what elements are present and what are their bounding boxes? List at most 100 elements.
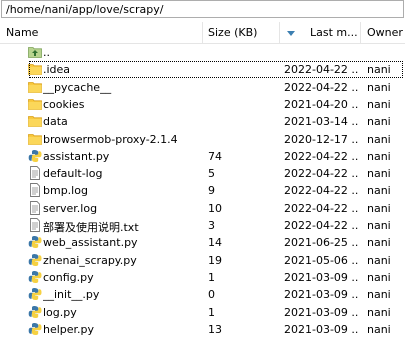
python-file-icon <box>28 253 42 267</box>
file-name: __init__.py <box>43 288 100 301</box>
text-file-icon <box>28 166 42 180</box>
path-bar[interactable]: /home/nani/app/love/scrapy/ <box>1 0 404 18</box>
file-row[interactable]: assistant.py 74 2022-04-22 ... nani <box>0 148 405 165</box>
column-name-header[interactable]: Name <box>6 26 38 40</box>
file-modified: 2022-04-22 ... <box>284 167 358 180</box>
column-divider[interactable] <box>202 22 203 43</box>
file-row[interactable]: bmp.log 9 2022-04-22 ... nani <box>0 182 405 199</box>
file-name: browsermob-proxy-2.1.4 <box>43 133 178 146</box>
file-row[interactable]: web_assistant.py 14 2021-06-25 ... nani <box>0 234 405 251</box>
file-modified: 2022-04-22 ... <box>284 219 358 232</box>
file-size: 1 <box>208 271 215 284</box>
column-size-header[interactable]: Size (KB) <box>208 26 257 40</box>
file-name: cookies <box>43 98 85 111</box>
file-row[interactable]: log.py 1 2021-03-09 ... nani <box>0 304 405 321</box>
file-name: assistant.py <box>43 150 110 163</box>
file-row[interactable]: 部署及使用说明.txt 3 2022-04-22 ... nani <box>0 217 405 234</box>
file-owner: nani <box>367 236 391 249</box>
file-owner: nani <box>367 150 391 163</box>
file-size: 13 <box>208 323 222 336</box>
file-row[interactable]: __pycache__ 2022-04-22 ... nani <box>0 79 405 96</box>
text-file-icon <box>28 201 42 215</box>
file-owner: nani <box>367 98 391 111</box>
file-name: zhenai_scrapy.py <box>43 254 137 267</box>
python-file-icon <box>28 322 42 336</box>
file-modified: 2021-04-20 ... <box>284 98 358 111</box>
file-name: server.log <box>43 202 98 215</box>
file-row[interactable]: default-log 5 2022-04-22 ... nani <box>0 165 405 182</box>
file-modified: 2022-04-22 ... <box>284 81 358 94</box>
file-row[interactable]: server.log 10 2022-04-22 ... nani <box>0 200 405 217</box>
python-file-icon <box>28 149 42 163</box>
python-file-icon <box>28 235 42 249</box>
file-modified: 2021-05-06 ... <box>284 254 358 267</box>
file-modified: 2021-03-09 ... <box>284 288 358 301</box>
file-modified: 2021-03-09 ... <box>284 323 358 336</box>
file-owner: nani <box>367 167 391 180</box>
file-owner: nani <box>367 323 391 336</box>
file-name: .. <box>43 46 50 59</box>
file-row[interactable]: helper.py 13 2021-03-09 ... nani <box>0 321 405 338</box>
file-owner: nani <box>367 254 391 267</box>
file-size: 3 <box>208 219 215 232</box>
file-row[interactable]: __init__.py 0 2021-03-09 ... nani <box>0 286 405 303</box>
column-owner-header[interactable]: Owner <box>367 26 403 40</box>
file-modified: 2021-03-09 ... <box>284 306 358 319</box>
folder-icon <box>28 132 42 146</box>
file-name: bmp.log <box>43 184 88 197</box>
file-modified: 2022-04-22 ... <box>284 150 358 163</box>
file-owner: nani <box>367 271 391 284</box>
parent-folder-icon <box>28 45 42 59</box>
file-owner: nani <box>367 306 391 319</box>
column-modified-header[interactable]: Last m... <box>310 26 358 40</box>
file-owner: nani <box>367 184 391 197</box>
file-modified: 2021-06-25 ... <box>284 236 358 249</box>
file-row[interactable]: config.py 1 2021-03-09 ... nani <box>0 269 405 286</box>
file-row[interactable]: cookies 2021-04-20 ... nani <box>0 96 405 113</box>
file-owner: nani <box>367 202 391 215</box>
file-name: helper.py <box>43 323 95 336</box>
file-name: config.py <box>43 271 94 284</box>
file-size: 10 <box>208 202 222 215</box>
file-owner: nani <box>367 133 391 146</box>
file-size: 14 <box>208 236 222 249</box>
python-file-icon <box>28 287 42 301</box>
python-file-icon <box>28 270 42 284</box>
file-size: 9 <box>208 184 215 197</box>
sort-descending-icon <box>287 31 295 36</box>
file-row[interactable]: zhenai_scrapy.py 19 2021-05-06 ... nani <box>0 252 405 269</box>
file-owner: nani <box>367 288 391 301</box>
column-divider[interactable] <box>360 22 361 43</box>
file-name: data <box>43 115 68 128</box>
file-row[interactable]: data 2021-03-14 ... nani <box>0 113 405 130</box>
python-file-icon <box>28 305 42 319</box>
file-size: 1 <box>208 306 215 319</box>
text-file-icon <box>28 183 42 197</box>
file-row[interactable]: browsermob-proxy-2.1.4 2020-12-17 ... nani <box>0 131 405 148</box>
file-name: default-log <box>43 167 103 180</box>
file-size: 0 <box>208 288 215 301</box>
file-size: 74 <box>208 150 222 163</box>
text-file-icon <box>28 218 42 232</box>
file-name: 部署及使用说明.txt <box>43 221 139 234</box>
file-modified: 2020-12-17 ... <box>284 133 358 146</box>
file-row[interactable]: .. <box>0 44 405 61</box>
file-modified: 2022-04-22 ... <box>284 202 358 215</box>
folder-icon <box>28 80 42 94</box>
file-owner: nani <box>367 219 391 232</box>
file-owner: nani <box>367 115 391 128</box>
file-size: 19 <box>208 254 222 267</box>
file-modified: 2021-03-09 ... <box>284 271 358 284</box>
file-name: log.py <box>43 306 77 319</box>
column-header: Name Size (KB) Last m... Owner <box>0 22 405 44</box>
file-size: 5 <box>208 167 215 180</box>
column-divider[interactable] <box>279 22 280 43</box>
folder-icon <box>28 114 42 128</box>
folder-icon <box>28 97 42 111</box>
file-name: web_assistant.py <box>43 236 138 249</box>
file-modified: 2021-03-14 ... <box>284 115 358 128</box>
focus-outline <box>29 61 403 78</box>
path-text: /home/nani/app/love/scrapy/ <box>6 3 164 16</box>
file-modified: 2022-04-22 ... <box>284 184 358 197</box>
file-owner: nani <box>367 81 391 94</box>
